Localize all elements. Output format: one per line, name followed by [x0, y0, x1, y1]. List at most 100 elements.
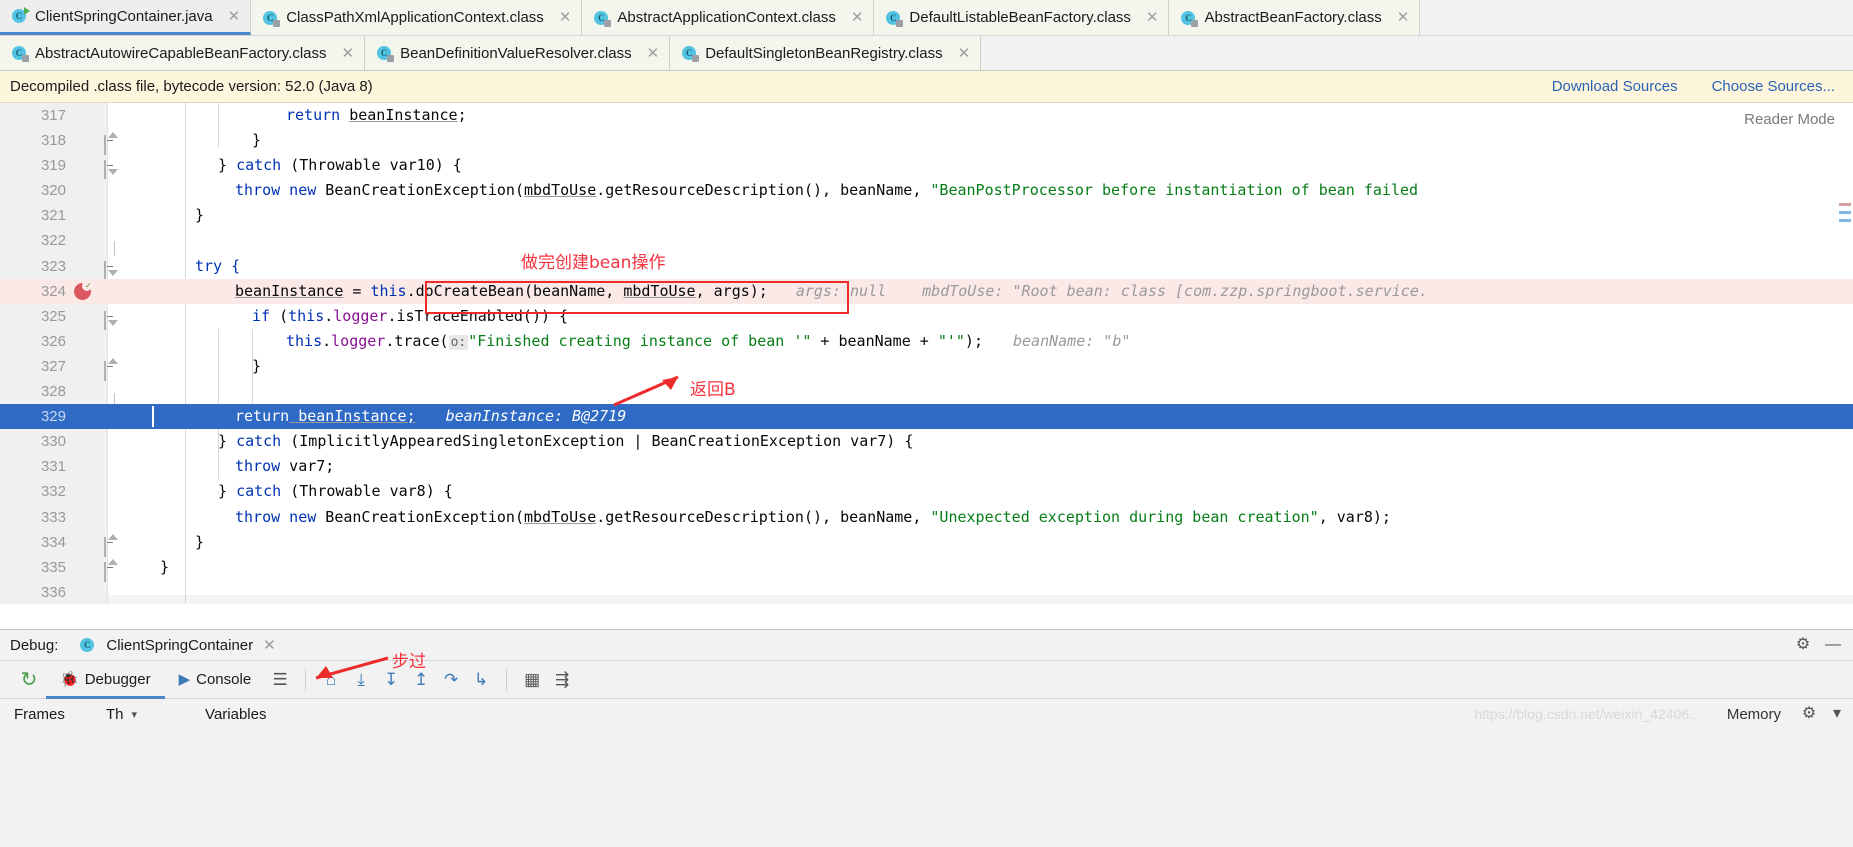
fold-marker-icon[interactable] [104, 357, 118, 381]
toolbar-separator [305, 668, 307, 691]
step-into-icon[interactable]: ↧ [376, 665, 406, 695]
console-icon: ▶ [178, 670, 191, 688]
run-to-cursor-icon[interactable]: ↳ [466, 665, 496, 695]
code-line: 318 } [0, 128, 1853, 156]
fold-marker-icon[interactable] [104, 132, 118, 156]
scrollbar-change-mark[interactable] [1839, 219, 1851, 222]
scrollbar-error-mark[interactable] [1839, 203, 1851, 206]
gear-icon[interactable]: ⚙ [1799, 704, 1819, 724]
code-token: ); [964, 331, 983, 350]
line-number: 335 [40, 558, 66, 576]
code-token: "Unexpected exception during bean creati… [930, 507, 1319, 526]
code-token: logger [331, 331, 386, 350]
editor-tab-label: ClassPathXmlApplicationContext.class [286, 9, 544, 26]
code-line: 319 } catch (Throwable var10) { [0, 153, 1853, 180]
editor-tab-label: AbstractAutowireCapableBeanFactory.class [35, 44, 327, 62]
editor-tab-classpathxmlapplicationcontext[interactable]: C ClassPathXmlApplicationContext.class ✕ [251, 0, 583, 35]
fold-marker-icon[interactable] [104, 558, 118, 582]
chevron-down-icon[interactable]: ▾ [1827, 704, 1847, 724]
code-editor[interactable]: 317 return beanInstance; 318 } 319 } cat… [0, 103, 1853, 604]
breakpoint-icon[interactable]: ✓ [74, 280, 92, 300]
bug-icon: 🐞 [60, 670, 79, 688]
chevron-down-icon[interactable]: ▾ [132, 708, 138, 721]
fold-marker-icon[interactable] [104, 533, 118, 557]
variables-panel-label: Variables [205, 705, 267, 723]
code-token: return [286, 106, 341, 124]
close-icon[interactable]: ✕ [1146, 10, 1159, 25]
code-token: throw new [235, 507, 317, 526]
download-sources-link[interactable]: Download Sources [1552, 78, 1678, 95]
debug-tool-window[interactable]: Debug: C ClientSpringContainer ✕ ⚙ — ↻ 🐞… [0, 629, 1853, 847]
line-number: 330 [40, 433, 66, 451]
editor-tab-client-spring-container[interactable]: C ClientSpringContainer.java ✕ [0, 0, 252, 35]
code-token: .doCreateBean(beanName, [406, 281, 624, 300]
rerun-icon[interactable]: ↻ [14, 665, 44, 695]
code-token: BeanCreationException( [316, 181, 524, 200]
show-execution-point-icon[interactable]: ⌂ [316, 665, 346, 695]
thread-selector-label[interactable]: Th [106, 706, 124, 723]
reader-mode-label[interactable]: Reader Mode [1744, 111, 1835, 128]
editor-tab-abstractapplicationcontext[interactable]: C AbstractApplicationContext.class ✕ [582, 0, 875, 35]
code-line: 326 this.logger.trace(o: "Finished creati… [0, 329, 1853, 354]
code-token: this [370, 281, 407, 300]
step-over-icon[interactable]: ⤓ [346, 665, 376, 695]
tab-row-filler [1420, 0, 1853, 35]
tab-debugger[interactable]: 🐞 Debugger [46, 661, 165, 699]
code-token: } [252, 356, 262, 375]
editor-tab-abstractautowirecapablebeanfactory[interactable]: C AbstractAutowireCapableBeanFactory.cla… [0, 36, 366, 70]
memory-indicator-label[interactable]: Memory [1727, 706, 1781, 723]
code-token: } [218, 432, 237, 451]
code-line: 327 } [0, 354, 1853, 381]
step-out-icon[interactable]: ↷ [436, 665, 466, 695]
code-token: mbdToUse [524, 507, 597, 526]
code-token: , args); [695, 281, 768, 300]
force-step-into-icon[interactable]: ↥ [406, 665, 436, 695]
close-icon[interactable]: ✕ [1397, 10, 1410, 25]
decompiled-class-icon: C [886, 10, 904, 27]
debug-panels-header: Frames Th ▾ Variables https://blog.csdn.… [0, 699, 1853, 729]
settings-layout-icon[interactable]: ⇶ [547, 665, 577, 695]
inline-debug-hint-mbdtouse: mbdToUse: "Root bean: class [com.zzp.spr… [922, 281, 1428, 300]
debug-configuration-name[interactable]: ClientSpringContainer [106, 637, 253, 654]
choose-sources-link[interactable]: Choose Sources... [1712, 78, 1835, 95]
evaluate-expression-icon[interactable]: ▦ [517, 665, 547, 695]
editor-tab-defaultlistablebeanfactory[interactable]: C DefaultListableBeanFactory.class ✕ [874, 0, 1170, 35]
close-icon[interactable]: ✕ [851, 10, 864, 25]
code-line: 331 throw var7; [0, 454, 1853, 479]
code-line: 333 throw new BeanCreationException(mbdT… [0, 505, 1853, 530]
code-line: 330 } catch (ImplicitlyAppearedSingleton… [0, 429, 1853, 454]
editor-tab-row-1: C ClientSpringContainer.java ✕ C ClassPa… [0, 0, 1853, 35]
code-token: } [218, 482, 237, 501]
code-line: 328 [0, 379, 1853, 404]
line-number: 322 [40, 232, 66, 250]
decompiled-class-icon: C [12, 45, 29, 62]
code-line: 320 throw new BeanCreationException(mbdT… [0, 178, 1853, 203]
line-number: 318 [40, 132, 66, 150]
minimize-icon[interactable]: — [1823, 635, 1843, 655]
horizontal-scrollbar[interactable] [108, 595, 1853, 604]
tab-console[interactable]: ▶ Console [165, 661, 266, 699]
fold-marker-icon[interactable] [104, 309, 118, 330]
line-number: 325 [40, 307, 66, 325]
fold-marker-icon[interactable] [104, 158, 118, 180]
close-icon[interactable]: ✕ [559, 10, 572, 25]
close-icon[interactable]: ✕ [647, 46, 660, 61]
gear-icon[interactable]: ⚙ [1793, 635, 1813, 655]
close-icon[interactable]: ✕ [228, 9, 241, 24]
scrollbar-change-mark[interactable] [1839, 211, 1851, 214]
close-icon[interactable]: ✕ [958, 46, 971, 61]
debug-toolbar: ↻ 🐞 Debugger ▶ Console ☰ ⌂ ⤓ ↧ ↥ ↷ ↳ ▦ ⇶ [0, 661, 1853, 699]
fold-marker-icon[interactable] [104, 259, 118, 280]
editor-tab-label: AbstractApplicationContext.class [617, 9, 836, 26]
close-icon[interactable]: ✕ [342, 46, 355, 61]
editor-tab-defaultsingletonbeanregistry[interactable]: C DefaultSingletonBeanRegistry.class ✕ [670, 36, 982, 70]
watermark-text: https://blog.csdn.net/weixin_42406... [1474, 706, 1701, 722]
code-token: BeanCreationException( [316, 507, 524, 526]
layout-menu-icon[interactable]: ☰ [265, 665, 295, 695]
editor-tab-beandefinitionvalueresolver[interactable]: C BeanDefinitionValueResolver.class ✕ [365, 36, 671, 70]
code-token: ; [457, 106, 467, 124]
close-icon[interactable]: ✕ [263, 636, 276, 654]
code-token: beanInstance [349, 106, 458, 124]
editor-tab-abstractbeanfactory[interactable]: C AbstractBeanFactory.class ✕ [1169, 0, 1421, 35]
code-token: } [252, 131, 262, 150]
